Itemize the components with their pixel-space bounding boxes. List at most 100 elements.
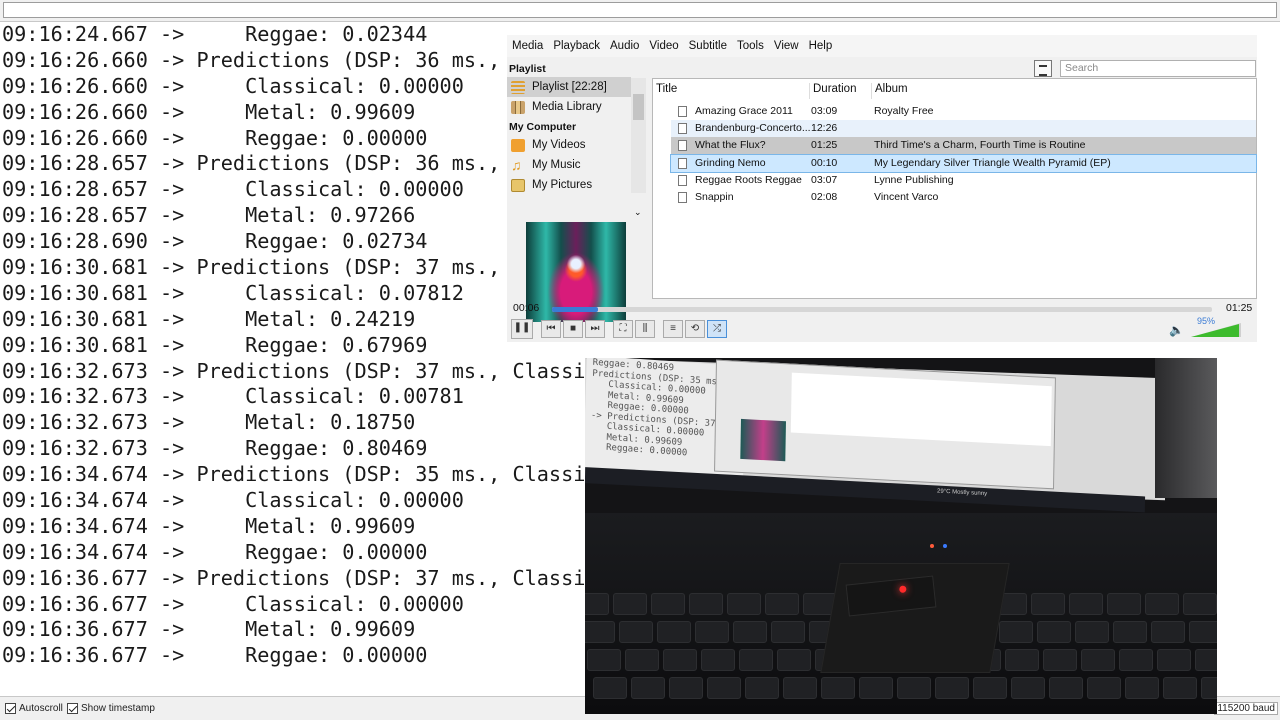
playlist-view-button[interactable] bbox=[1034, 60, 1052, 77]
menu-audio[interactable]: Audio bbox=[610, 40, 639, 52]
keyboard-key bbox=[1119, 649, 1153, 671]
stop-button[interactable]: ■ bbox=[563, 320, 583, 338]
keyboard-key bbox=[859, 677, 893, 699]
toggle-playlist-button[interactable]: ≡ bbox=[663, 320, 683, 338]
seek-slider[interactable] bbox=[552, 307, 1212, 312]
file-icon bbox=[678, 123, 687, 135]
playlist-row[interactable]: Reggae Roots Reggae 03:07 Lynne Publishing bbox=[671, 172, 1256, 189]
file-icon bbox=[678, 174, 687, 186]
show-timestamp-checkbox[interactable]: Show timestamp bbox=[67, 703, 155, 714]
sidebar-item-videos[interactable]: My Videos bbox=[507, 135, 631, 155]
menu-media[interactable]: Media bbox=[512, 40, 543, 52]
fullscreen-button[interactable]: ⛶ bbox=[613, 320, 633, 338]
track-duration: 01:25 bbox=[811, 139, 838, 152]
keyboard-key bbox=[1189, 621, 1217, 643]
media-library-icon bbox=[511, 100, 525, 114]
column-header-duration[interactable]: Duration bbox=[810, 83, 872, 99]
playlist-table: Title Duration Album Amazing Grace 2011 0… bbox=[652, 78, 1257, 299]
laptop-album-art bbox=[740, 418, 786, 462]
column-header-album[interactable]: Album bbox=[872, 83, 1252, 99]
chevron-down-icon[interactable]: ⌄ bbox=[634, 207, 642, 218]
menu-tools[interactable]: Tools bbox=[737, 40, 764, 52]
sidebar-item-music[interactable]: ♫ My Music bbox=[507, 155, 631, 175]
playlist-row[interactable]: Brandenburg-Concerto... 12:26 bbox=[671, 120, 1256, 138]
sidebar-scrollbar[interactable]: ⌄ bbox=[631, 78, 646, 217]
baud-rate-select[interactable]: 115200 baud bbox=[1214, 702, 1278, 715]
keyboard-key bbox=[1201, 677, 1217, 699]
playlist-row[interactable]: Amazing Grace 2011 03:09 Royalty Free bbox=[671, 103, 1256, 120]
laptop-playlist bbox=[790, 372, 1052, 447]
track-title: Brandenburg-Concerto... bbox=[695, 122, 811, 135]
keyboard-key bbox=[1081, 649, 1115, 671]
keyboard-key bbox=[1087, 677, 1121, 699]
sidebar-item-pictures[interactable]: My Pictures bbox=[507, 175, 631, 195]
scrollbar-thumb[interactable] bbox=[633, 94, 644, 120]
keyboard-key bbox=[585, 621, 615, 643]
volume-slider[interactable]: 🔈 95% bbox=[1169, 316, 1249, 339]
track-duration: 03:07 bbox=[811, 173, 838, 186]
keyboard-key bbox=[739, 649, 773, 671]
keyboard-key bbox=[935, 677, 969, 699]
sidebar-item-label: My Pictures bbox=[532, 179, 593, 191]
laptop-screen: Reggae: 0.80469 Predictions (DSP: 35 ms.… bbox=[585, 358, 1165, 513]
indicator-led bbox=[943, 544, 947, 548]
next-button[interactable]: ⏭ bbox=[585, 320, 605, 338]
serial-send-bar bbox=[0, 0, 1280, 22]
menu-playback[interactable]: Playback bbox=[553, 40, 600, 52]
vlc-window: Media Playback Audio Video Subtitle Tools View… bbox=[507, 35, 1257, 342]
track-album: Lynne Publishing bbox=[874, 173, 954, 186]
playlist-icon bbox=[511, 80, 525, 94]
keyboard-key bbox=[631, 677, 665, 699]
keyboard-key bbox=[1069, 593, 1103, 615]
keyboard-key bbox=[1151, 621, 1185, 643]
sidebar-item-label: Media Library bbox=[532, 101, 602, 113]
show-timestamp-label: Show timestamp bbox=[81, 703, 155, 714]
pause-button[interactable]: ❚❚ bbox=[511, 319, 533, 339]
sidebar-item-playlist[interactable]: Playlist [22:28] bbox=[507, 77, 631, 97]
previous-button[interactable]: ⏮ bbox=[541, 320, 561, 338]
track-duration: 00:10 bbox=[811, 156, 838, 169]
track-title: Snappin bbox=[695, 191, 734, 203]
playback-controls: ❚❚ ⏮ ■ ⏭ ⛶ ⫼ ≡ ⟲ ⤮ 🔈 95% bbox=[507, 316, 1257, 341]
keyboard-key bbox=[1005, 649, 1039, 671]
file-icon bbox=[678, 140, 687, 152]
menu-video[interactable]: Video bbox=[649, 40, 678, 52]
playlist-row[interactable]: What the Flux? 01:25 Third Time's a Charm,… bbox=[671, 137, 1256, 155]
track-title: Grinding Nemo bbox=[695, 156, 766, 169]
shuffle-button[interactable]: ⤮ bbox=[707, 320, 727, 338]
keyboard-row bbox=[593, 677, 1217, 701]
checkbox-check-icon bbox=[67, 703, 78, 714]
playlist-row[interactable]: Snappin 02:08 Vincent Varco bbox=[671, 189, 1256, 206]
autoscroll-checkbox[interactable]: Autoscroll bbox=[5, 703, 63, 714]
sidebar-item-label: My Videos bbox=[532, 139, 586, 151]
file-icon bbox=[678, 192, 687, 203]
laptop-bezel bbox=[1155, 358, 1217, 498]
keyboard-key bbox=[619, 621, 653, 643]
keyboard-key bbox=[1049, 677, 1083, 699]
track-title: What the Flux? bbox=[695, 139, 766, 152]
track-album: My Legendary Silver Triangle Wealth Pyra… bbox=[874, 156, 1111, 169]
keyboard-key bbox=[663, 649, 697, 671]
playlist-row[interactable]: Grinding Nemo 00:10 My Legendary Silver Tr… bbox=[670, 153, 1257, 173]
keyboard-key bbox=[1075, 621, 1109, 643]
menu-help[interactable]: Help bbox=[809, 40, 833, 52]
speaker-icon[interactable]: 🔈 bbox=[1169, 323, 1184, 337]
menu-subtitle[interactable]: Subtitle bbox=[689, 40, 727, 52]
serial-send-input[interactable] bbox=[3, 2, 1277, 18]
laptop-weather: 29°C Mostly sunny bbox=[936, 488, 988, 498]
menu-view[interactable]: View bbox=[774, 40, 799, 52]
keyboard-key bbox=[1037, 621, 1071, 643]
column-header-title[interactable]: Title bbox=[653, 83, 810, 99]
keyboard-key bbox=[587, 649, 621, 671]
sidebar-item-label: My Music bbox=[532, 159, 581, 171]
search-input[interactable]: Search bbox=[1060, 60, 1256, 77]
keyboard-key bbox=[783, 677, 817, 699]
sidebar-item-media-library[interactable]: Media Library bbox=[507, 97, 631, 117]
vlc-menu-bar: Media Playback Audio Video Subtitle Tools View… bbox=[507, 35, 1257, 57]
autoscroll-label: Autoscroll bbox=[19, 703, 63, 714]
indicator-led bbox=[930, 544, 934, 548]
loop-button[interactable]: ⟲ bbox=[685, 320, 705, 338]
total-time: 01:25 bbox=[1226, 302, 1253, 314]
track-title: Reggae Roots Reggae bbox=[695, 173, 802, 186]
extended-settings-button[interactable]: ⫼ bbox=[635, 320, 655, 338]
